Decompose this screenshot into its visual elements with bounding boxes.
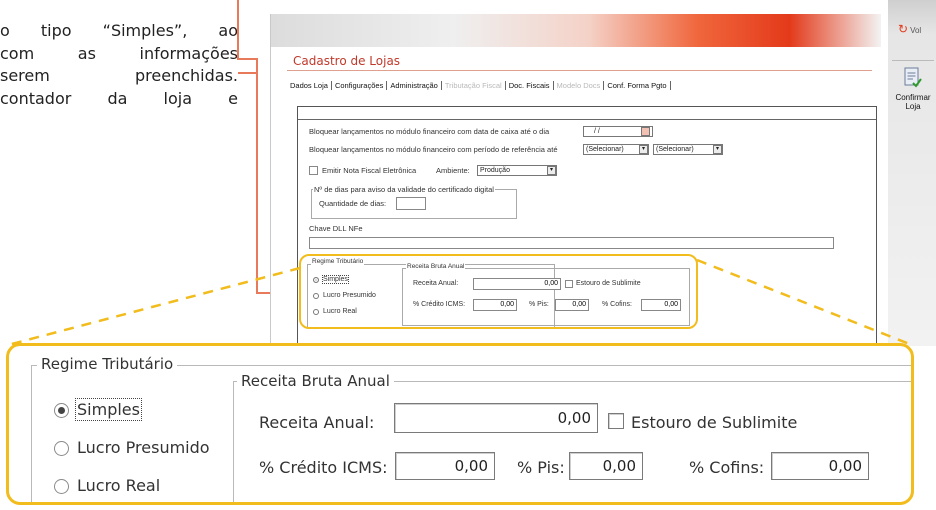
callout-line-bracket	[237, 58, 257, 60]
word: com	[0, 43, 35, 63]
option-simples-label[interactable]: Simples	[75, 398, 142, 421]
chave-label: Chave DLL NFe	[309, 224, 363, 233]
document-check-icon	[904, 67, 922, 88]
ambiente-value: Produção	[480, 167, 510, 174]
chave-input[interactable]	[309, 237, 834, 249]
confirm-store-button[interactable]: Confirmar Loja	[892, 60, 934, 120]
document-paragraph: o tipo “Simples”, ao com as informações …	[0, 20, 238, 110]
receita-anual-label: Receita Anual:	[259, 413, 375, 432]
ambiente-label: Ambiente:	[436, 166, 470, 175]
highlight-frame-small	[299, 254, 698, 329]
confirm-label-1: Confirmar	[895, 93, 931, 102]
pis-label: % Pis:	[517, 458, 565, 477]
callout-line-bottom	[238, 72, 256, 74]
paragraph-line-2: com as informações	[0, 43, 238, 66]
receita-anual-value: 0,00	[557, 409, 591, 427]
back-label: Vol	[910, 26, 922, 35]
word: da	[107, 88, 128, 108]
callout-line-top	[237, 0, 239, 58]
nfe-label: Emitir Nota Fiscal Eletrônica	[322, 166, 417, 175]
cofins-label: % Cofins:	[689, 458, 765, 477]
word: tipo	[40, 21, 72, 40]
credito-icms-input[interactable]: 0,00	[395, 452, 495, 480]
word: contador	[0, 88, 72, 108]
tab-configuracoes[interactable]: Configurações	[332, 81, 388, 90]
panel-divider	[298, 119, 876, 120]
chevron-down-icon[interactable]: ▾	[547, 166, 556, 175]
tab-bar: Dados Loja Configurações Administração T…	[287, 81, 671, 90]
option-lucro-presumido-label[interactable]: Lucro Presumido	[77, 438, 210, 457]
cofins-input[interactable]: 0,00	[771, 452, 869, 480]
back-button[interactable]: ↻ Vol	[898, 22, 921, 36]
ambiente-select[interactable]: Produção	[477, 165, 557, 176]
cofins-value: 0,00	[828, 457, 862, 475]
word: as	[77, 43, 96, 63]
receita-fieldset	[233, 381, 911, 502]
credito-icms-label: % Crédito ICMS:	[259, 458, 388, 477]
option-lucro-real-label: Lucro Real	[77, 476, 161, 495]
credito-icms-value: 0,00	[454, 457, 488, 475]
paragraph-line-1: o tipo “Simples”, ao	[0, 20, 238, 43]
radio-lucro-real[interactable]	[54, 479, 69, 494]
word: “Simples”,	[102, 21, 188, 40]
callout-line-down	[256, 58, 258, 294]
radio-simples[interactable]	[54, 403, 69, 418]
block-period-label: Bloquear lançamentos no módulo financeir…	[309, 145, 558, 154]
radio-lucro-presumido[interactable]	[54, 441, 69, 456]
word: preenchidas.	[135, 66, 238, 85]
word: e	[228, 88, 238, 108]
paragraph-line-4: contador da loja e	[0, 88, 238, 111]
word: informações	[139, 43, 238, 63]
block-date-value: / /	[594, 128, 600, 135]
tab-doc-fiscais[interactable]: Doc. Fiscais	[506, 81, 554, 90]
receita-legend: Receita Bruta Anual	[237, 372, 394, 390]
title-divider	[287, 70, 872, 71]
word: ao	[218, 21, 238, 40]
nfe-checkbox[interactable]	[309, 166, 318, 175]
period-year-value: (Selecionar)	[656, 146, 694, 153]
tab-dados-loja[interactable]: Dados Loja	[287, 81, 332, 90]
tab-forma-pgto[interactable]: Conf. Forma Pgto	[604, 81, 671, 90]
estouro-checkbox[interactable]	[608, 413, 624, 429]
refresh-arrow-icon: ↻	[898, 22, 909, 36]
quantidade-input[interactable]	[396, 197, 426, 210]
chevron-down-icon[interactable]: ▾	[713, 145, 722, 154]
pis-input[interactable]: 0,00	[569, 452, 643, 480]
regime-legend: Regime Tributário	[37, 355, 178, 373]
page-title: Cadastro de Lojas	[293, 54, 401, 68]
side-toolbar: ↻ Vol Confirmar Loja	[888, 0, 936, 346]
tab-tributacao[interactable]: Tributação Fiscal	[442, 81, 506, 90]
period-month-value: (Selecionar)	[586, 146, 624, 153]
receita-anual-input[interactable]: 0,00	[394, 403, 598, 433]
word: loja	[163, 88, 193, 108]
chevron-down-icon[interactable]: ▾	[639, 145, 648, 154]
paragraph-line-3: serem preenchidas.	[0, 65, 238, 88]
word: o	[0, 21, 10, 40]
block-date-label: Bloquear lançamentos no módulo financeir…	[309, 127, 550, 136]
app-header-bar	[271, 14, 881, 47]
quantidade-label: Quantidade de dias:	[319, 199, 387, 208]
word: serem	[0, 66, 50, 85]
pis-value: 0,00	[602, 457, 636, 475]
zoomed-detail-panel: Regime Tributário Receita Bruta Anual Si…	[6, 343, 914, 505]
tab-modelo-docs[interactable]: Modelo Docs	[554, 81, 605, 90]
calendar-icon[interactable]	[641, 127, 650, 136]
tab-administracao[interactable]: Administração	[387, 81, 442, 90]
confirm-label-2: Loja	[905, 102, 921, 111]
cert-legend: Nº de dias para aviso da validade do cer…	[313, 185, 495, 194]
estouro-label: Estouro de Sublimite	[631, 413, 798, 432]
